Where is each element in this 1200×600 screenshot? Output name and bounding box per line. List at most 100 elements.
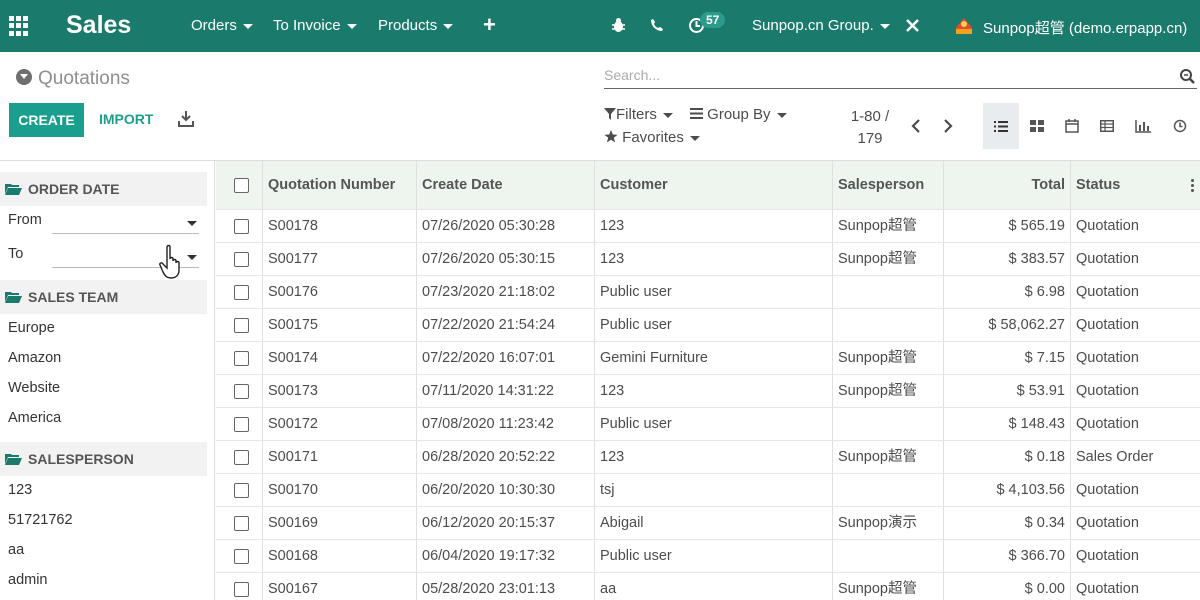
column-header-salesperson[interactable]: Salesperson [832,161,944,209]
row-checkbox[interactable] [234,252,249,267]
download-icon[interactable] [178,110,194,128]
cell-salesperson: Sunpop超管 [832,243,944,275]
phone-icon[interactable] [650,18,664,32]
cell-status: Quotation [1070,243,1188,275]
column-header-number[interactable]: Quotation Number [262,161,417,209]
hand-cursor-icon [159,244,180,279]
chevron-down-icon [187,221,197,226]
company-switcher[interactable]: Sunpop.cn Group. [752,17,890,34]
cell-salesperson [832,408,944,440]
kanban-view-icon[interactable] [1019,103,1055,149]
cell-create-date: 07/26/2020 05:30:28 [416,210,595,242]
row-checkbox[interactable] [234,582,249,597]
row-checkbox[interactable] [234,516,249,531]
cell-number: S00177 [262,243,417,275]
cell-salesperson [832,309,944,341]
column-header-total[interactable]: Total [943,161,1071,209]
table-row[interactable]: S00170 06/20/2020 10:30:30 tsj $ 4,103.56 Qu… [216,474,1200,507]
sales-team-item-america[interactable]: America [8,410,61,426]
folder-open-icon [5,184,22,195]
table-row[interactable]: S00174 07/22/2020 16:07:01 Gemini Furnitur… [216,342,1200,375]
activity-view-icon[interactable] [1162,103,1198,149]
graph-view-icon[interactable] [1125,103,1161,149]
row-checkbox[interactable] [234,219,249,234]
bug-icon[interactable] [611,17,626,33]
cell-total: $ 4,103.56 [943,474,1071,506]
user-menu[interactable]: Sunpop超管 (demo.erpapp.cn) [983,17,1187,38]
page-title: Quotations [16,68,130,90]
apps-menu-icon[interactable] [9,16,29,36]
sales-team-item-europe[interactable]: Europe [8,320,55,336]
chevron-left-icon[interactable] [911,119,921,133]
cell-customer: Gemini Furniture [594,342,833,374]
menu-products[interactable]: Products [378,17,454,34]
cell-total: $ 366.70 [943,540,1071,572]
salesperson-section: SALESPERSON [0,442,207,476]
cell-create-date: 07/08/2020 11:23:42 [416,408,595,440]
cell-create-date: 07/22/2020 21:54:24 [416,309,595,341]
search-input[interactable] [604,63,1164,83]
cell-customer: 123 [594,375,833,407]
user-avatar[interactable] [953,15,975,37]
search-icon[interactable] [1179,68,1195,84]
sales-team-item-website[interactable]: Website [8,380,60,396]
salesperson-item[interactable]: admin [8,572,48,588]
row-checkbox[interactable] [234,417,249,432]
salesperson-item[interactable]: 51721762 [8,512,73,528]
salesperson-item[interactable]: aa [8,542,24,558]
column-header-create-date[interactable]: Create Date [416,161,595,209]
row-checkbox[interactable] [234,285,249,300]
table-row[interactable]: S00178 07/26/2020 05:30:28 123 Sunpop超管 $ 56… [216,210,1200,243]
chevron-down-icon[interactable] [16,69,32,85]
cell-number: S00176 [262,276,417,308]
create-button[interactable]: CREATE [9,103,84,137]
row-checkbox[interactable] [234,384,249,399]
cell-create-date: 06/28/2020 20:52:22 [416,441,595,473]
row-checkbox[interactable] [234,483,249,498]
pivot-view-icon[interactable] [1089,103,1125,149]
row-checkbox[interactable] [234,549,249,564]
tools-icon[interactable] [905,18,920,33]
import-button[interactable]: IMPORT [99,111,153,127]
cell-salesperson: Sunpop超管 [832,441,944,473]
cell-total: $ 0.18 [943,441,1071,473]
cell-customer: Public user [594,540,833,572]
sales-team-item-amazon[interactable]: Amazon [8,350,61,366]
more-options-icon[interactable] [1191,179,1194,192]
list-view-icon[interactable] [983,103,1019,149]
menu-to-invoice[interactable]: To Invoice [273,17,357,34]
cell-total: $ 58,062.27 [943,309,1071,341]
column-header-status[interactable]: Status [1070,161,1188,209]
calendar-view-icon[interactable] [1054,103,1090,149]
table-row[interactable]: S00167 05/28/2020 23:01:13 aa Sunpop超管 $ 0.0… [216,573,1200,600]
select-all-checkbox[interactable] [234,178,249,193]
table-row[interactable]: S00172 07/08/2020 11:23:42 Public user $ 14… [216,408,1200,441]
table-row[interactable]: S00176 07/23/2020 21:18:02 Public user $ 6.… [216,276,1200,309]
folder-open-icon [5,292,22,303]
cell-status: Quotation [1070,507,1188,539]
plus-icon[interactable]: + [483,12,496,38]
table-row[interactable]: S00171 06/28/2020 20:52:22 123 Sunpop超管 $ 0.… [216,441,1200,474]
cell-salesperson: Sunpop超管 [832,573,944,600]
cell-number: S00171 [262,441,417,473]
chevron-right-icon[interactable] [943,119,953,133]
pager-value[interactable]: 1-80 / 179 [845,106,895,150]
column-header-customer[interactable]: Customer [594,161,833,209]
group-by-dropdown[interactable]: Group By [690,106,787,123]
row-checkbox[interactable] [234,351,249,366]
menu-orders[interactable]: Orders [191,17,253,34]
date-from-input[interactable] [52,214,199,234]
table-row[interactable]: S00168 06/04/2020 19:17:32 Public user $ 36… [216,540,1200,573]
table-row[interactable]: S00175 07/22/2020 21:54:24 Public user $ 58… [216,309,1200,342]
cell-total: $ 383.57 [943,243,1071,275]
cell-number: S00178 [262,210,417,242]
favorites-dropdown[interactable]: Favorites [604,129,700,146]
row-checkbox[interactable] [234,450,249,465]
filters-dropdown[interactable]: Filters [604,106,673,123]
salesperson-item[interactable]: 123 [8,482,32,498]
table-row[interactable]: S00177 07/26/2020 05:30:15 123 Sunpop超管 $ 38… [216,243,1200,276]
cell-status: Sales Order [1070,441,1188,473]
table-row[interactable]: S00173 07/11/2020 14:31:22 123 Sunpop超管 $ 53… [216,375,1200,408]
row-checkbox[interactable] [234,318,249,333]
table-row[interactable]: S00169 06/12/2020 20:15:37 Abigail Sunpop演示… [216,507,1200,540]
